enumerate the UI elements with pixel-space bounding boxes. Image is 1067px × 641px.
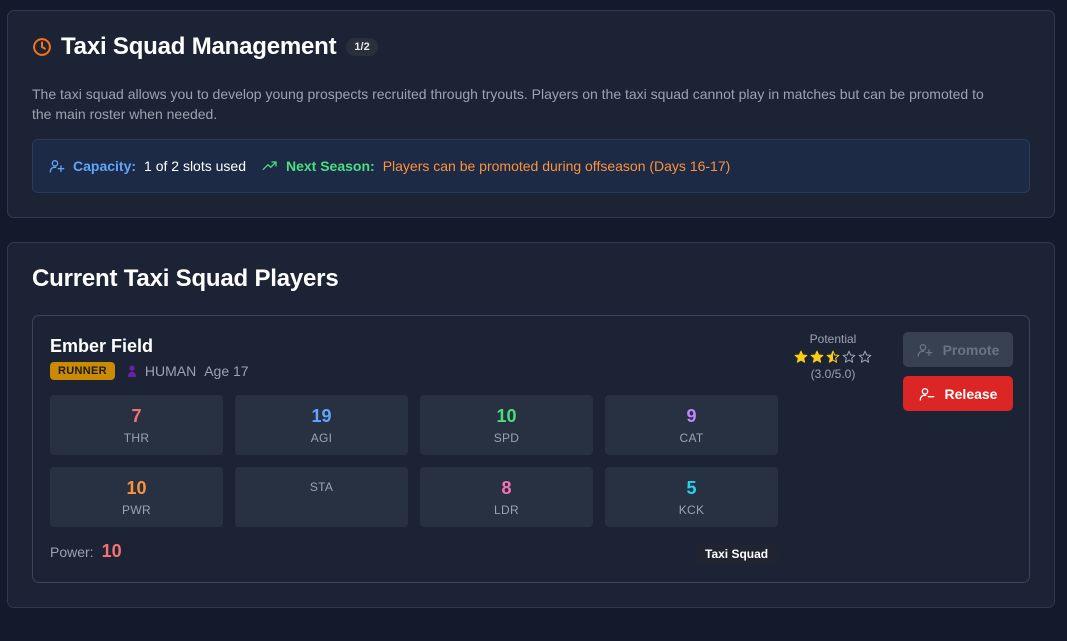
status-badge: Taxi Squad bbox=[695, 543, 779, 565]
release-label: Release bbox=[944, 385, 998, 402]
potential-value: (3.0/5.0) bbox=[810, 367, 856, 381]
stat-label: AGI bbox=[310, 431, 333, 445]
current-squad-panel: Current Taxi Squad Players Ember Field R… bbox=[7, 242, 1055, 608]
next-season-label: Next Season: bbox=[285, 158, 375, 174]
info-box: Capacity: 1 of 2 slots used Next Season:… bbox=[32, 139, 1030, 193]
power-value: 10 bbox=[101, 541, 122, 561]
player-card: Ember Field RUNNER HUMAN Age 17 7 THR 19… bbox=[32, 315, 1030, 583]
star-filled-icon bbox=[794, 350, 808, 363]
stat-agi: 19 AGI bbox=[235, 395, 408, 455]
stat-label: SPD bbox=[493, 431, 520, 445]
next-season-value: Players can be promoted during offseason… bbox=[382, 158, 731, 174]
add-user-icon bbox=[49, 160, 65, 173]
stat-label: PWR bbox=[122, 503, 151, 517]
stat-sta: STA bbox=[235, 467, 408, 527]
star-empty-icon bbox=[842, 350, 856, 363]
star-filled-icon bbox=[810, 350, 824, 363]
player-name: Ember Field bbox=[50, 336, 154, 356]
star-rating bbox=[793, 350, 873, 364]
capacity-value: 1 of 2 slots used bbox=[144, 158, 246, 174]
page-title: Taxi Squad Management bbox=[61, 33, 337, 60]
promote-label: Promote bbox=[942, 341, 1000, 358]
stat-value: 5 bbox=[686, 478, 697, 498]
stat-value: 8 bbox=[501, 478, 512, 498]
remove-user-icon bbox=[919, 387, 934, 401]
stat-value: 19 bbox=[311, 406, 332, 426]
clock-icon bbox=[33, 38, 51, 56]
race-label: HUMAN bbox=[144, 363, 197, 379]
star-half-icon bbox=[826, 350, 840, 363]
stat-thr: 7 THR bbox=[50, 395, 223, 455]
player-meta: RUNNER HUMAN Age 17 bbox=[50, 362, 249, 380]
slot-count-badge: 1/2 bbox=[346, 38, 378, 56]
person-icon bbox=[127, 365, 137, 378]
stat-value: 7 bbox=[131, 406, 142, 426]
section-title: Current Taxi Squad Players bbox=[32, 265, 339, 292]
stat-ldr: 8 LDR bbox=[420, 467, 593, 527]
release-button[interactable]: Release bbox=[903, 376, 1013, 411]
stat-label: THR bbox=[123, 431, 150, 445]
star-empty-icon bbox=[858, 350, 872, 363]
management-description: The taxi squad allows you to develop you… bbox=[32, 86, 984, 122]
power-summary: Power: 10 bbox=[50, 541, 122, 562]
capacity-label: Capacity: bbox=[73, 158, 137, 174]
taxi-squad-management-panel: Taxi Squad Management 1/2 The taxi squad… bbox=[7, 10, 1055, 218]
stat-kck: 5 KCK bbox=[605, 467, 778, 527]
position-badge: RUNNER bbox=[50, 362, 115, 380]
stat-value: 9 bbox=[686, 406, 697, 426]
promote-button[interactable]: Promote bbox=[903, 332, 1013, 367]
power-label: Power: bbox=[50, 543, 94, 560]
stat-cat: 9 CAT bbox=[605, 395, 778, 455]
stat-label: STA bbox=[309, 480, 334, 494]
stat-spd: 10 SPD bbox=[420, 395, 593, 455]
add-user-icon bbox=[917, 343, 932, 357]
management-header: Taxi Squad Management 1/2 bbox=[32, 33, 378, 61]
stat-label: CAT bbox=[679, 431, 704, 445]
stat-pwr: 10 PWR bbox=[50, 467, 223, 527]
stat-value: 10 bbox=[126, 478, 147, 498]
stat-value: 10 bbox=[496, 406, 517, 426]
potential-rating: Potential (3.0/5.0) bbox=[793, 332, 873, 381]
stat-label: KCK bbox=[678, 503, 705, 517]
trending-up-icon bbox=[262, 161, 277, 170]
stat-label: LDR bbox=[494, 503, 519, 517]
potential-label: Potential bbox=[809, 332, 857, 346]
age-label: Age 17 bbox=[204, 363, 249, 379]
